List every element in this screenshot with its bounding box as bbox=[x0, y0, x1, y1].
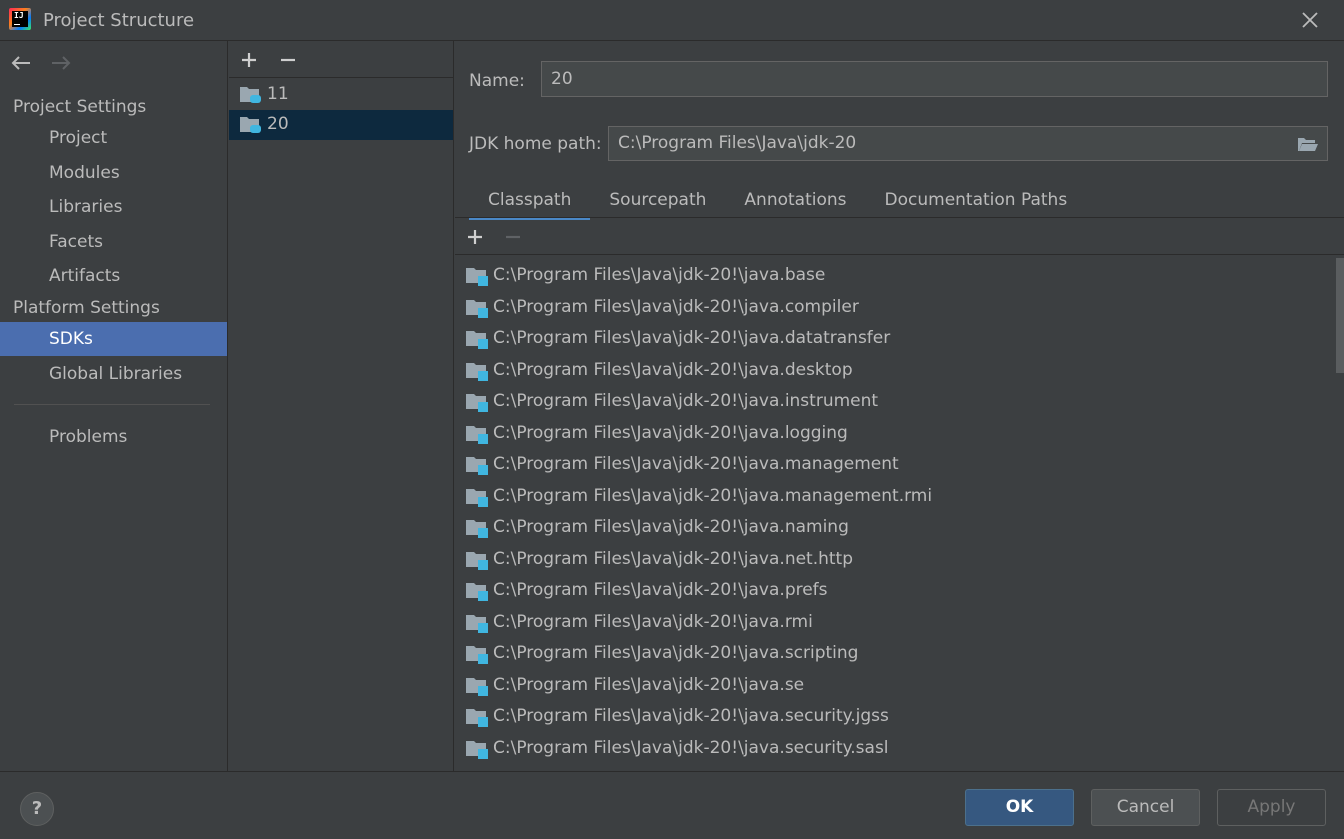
sdk-detail-panel: Name: JDK home path: C:\Program Files\Ja… bbox=[455, 41, 1344, 771]
classpath-row[interactable]: C:\Program Files\Java\jdk-20!\java.deskt… bbox=[455, 355, 1335, 386]
nav-item-facets[interactable]: Facets bbox=[0, 225, 227, 259]
classpath-row[interactable]: C:\Program Files\Java\jdk-20!\java.manag… bbox=[455, 449, 1335, 480]
tab-sourcepath[interactable]: Sourcepath bbox=[590, 184, 725, 218]
platform-settings-header: Platform Settings bbox=[13, 298, 160, 318]
library-folder-icon bbox=[466, 331, 488, 349]
sdk-item-20[interactable]: 20 bbox=[229, 110, 453, 140]
classpath-row[interactable]: C:\Program Files\Java\jdk-20!\java.se bbox=[455, 670, 1335, 701]
classpath-list: C:\Program Files\Java\jdk-20!\java.base C… bbox=[455, 256, 1344, 771]
classpath-path: C:\Program Files\Java\jdk-20!\java.scrip… bbox=[493, 643, 859, 663]
library-folder-icon bbox=[466, 583, 488, 601]
window-title: Project Structure bbox=[43, 10, 195, 31]
sdk-item-label: 11 bbox=[267, 84, 289, 104]
classpath-row[interactable]: C:\Program Files\Java\jdk-20!\java.secur… bbox=[455, 733, 1335, 764]
cancel-button[interactable]: Cancel bbox=[1091, 789, 1200, 826]
classpath-row[interactable]: C:\Program Files\Java\jdk-20!\java.instr… bbox=[455, 386, 1335, 417]
remove-sdk-icon[interactable] bbox=[279, 51, 297, 69]
classpath-path: C:\Program Files\Java\jdk-20!\java.loggi… bbox=[493, 422, 848, 443]
name-label: Name: bbox=[469, 71, 525, 91]
library-folder-icon bbox=[466, 740, 488, 759]
classpath-path: C:\Program Files\Java\jdk-20!\java.base bbox=[493, 265, 826, 285]
close-icon[interactable] bbox=[1298, 8, 1322, 32]
nav-item-sdks[interactable]: SDKs bbox=[0, 322, 227, 356]
jdk-folder-icon bbox=[240, 87, 261, 103]
classpath-path: C:\Program Files\Java\jdk-20!\java.namin… bbox=[493, 517, 849, 537]
classpath-row[interactable]: C:\Program Files\Java\jdk-20!\java.base bbox=[455, 260, 1335, 291]
classpath-path: C:\Program Files\Java\jdk-20!\java.secur… bbox=[493, 737, 889, 758]
library-folder-icon bbox=[466, 299, 488, 318]
classpath-row[interactable]: C:\Program Files\Java\jdk-20!\java.scrip… bbox=[455, 638, 1335, 669]
folder-browse-icon[interactable] bbox=[1297, 135, 1319, 153]
settings-nav: Project Settings Project Modules Librari… bbox=[0, 41, 228, 771]
classpath-row[interactable]: C:\Program Files\Java\jdk-20!\java.compi… bbox=[455, 292, 1335, 323]
nav-item-problems[interactable]: Problems bbox=[0, 420, 227, 454]
classpath-path: C:\Program Files\Java\jdk-20!\java.rmi bbox=[493, 611, 813, 632]
apply-button[interactable]: Apply bbox=[1217, 789, 1326, 826]
classpath-row[interactable]: C:\Program Files\Java\jdk-20!\java.namin… bbox=[455, 512, 1335, 543]
scrollbar[interactable] bbox=[1336, 258, 1344, 373]
nav-item-global-libraries[interactable]: Global Libraries bbox=[0, 357, 227, 391]
project-settings-header: Project Settings bbox=[13, 97, 147, 117]
classpath-row[interactable]: C:\Program Files\Java\jdk-20!\java.loggi… bbox=[455, 418, 1335, 449]
classpath-path: C:\Program Files\Java\jdk-20!\java.deskt… bbox=[493, 359, 853, 380]
library-folder-icon bbox=[466, 488, 488, 507]
tab-classpath[interactable]: Classpath bbox=[469, 184, 591, 220]
forward-arrow-icon[interactable] bbox=[50, 54, 72, 72]
library-folder-icon bbox=[466, 677, 488, 696]
nav-item-modules[interactable]: Modules bbox=[0, 156, 227, 190]
title-bar: IJ Project Structure bbox=[0, 0, 1344, 41]
jdk-home-path-field[interactable]: C:\Program Files\Java\jdk-20 bbox=[608, 126, 1328, 161]
nav-divider bbox=[14, 404, 210, 405]
classpath-path: C:\Program Files\Java\jdk-20!\java.manag… bbox=[493, 485, 933, 506]
library-folder-icon bbox=[466, 457, 488, 475]
library-folder-icon bbox=[466, 551, 488, 570]
classpath-path: C:\Program Files\Java\jdk-20!\java.manag… bbox=[493, 454, 899, 474]
classpath-row[interactable]: C:\Program Files\Java\jdk-20!\java.prefs bbox=[455, 575, 1335, 606]
sdk-item-11[interactable]: 11 bbox=[229, 80, 453, 110]
jdk-folder-icon bbox=[240, 117, 261, 133]
library-folder-icon bbox=[466, 362, 488, 381]
sdk-item-label: 20 bbox=[267, 114, 289, 134]
remove-path-icon[interactable] bbox=[504, 228, 522, 246]
classpath-path: C:\Program Files\Java\jdk-20!\java.net.h… bbox=[493, 548, 854, 569]
library-folder-icon bbox=[466, 646, 488, 664]
classpath-row[interactable]: C:\Program Files\Java\jdk-20!\java.secur… bbox=[455, 701, 1335, 732]
add-sdk-icon[interactable] bbox=[240, 51, 258, 69]
nav-item-libraries[interactable]: Libraries bbox=[0, 190, 227, 224]
classpath-path: C:\Program Files\Java\jdk-20!\java.compi… bbox=[493, 296, 859, 317]
classpath-path: C:\Program Files\Java\jdk-20!\java.se bbox=[493, 674, 805, 695]
sdk-toolbar bbox=[229, 41, 453, 78]
classpath-path: C:\Program Files\Java\jdk-20!\java.datat… bbox=[493, 328, 891, 348]
tab-documentation-paths[interactable]: Documentation Paths bbox=[866, 184, 1087, 218]
classpath-row[interactable]: C:\Program Files\Java\jdk-20!\java.net.h… bbox=[455, 544, 1335, 575]
library-folder-icon bbox=[466, 425, 488, 444]
path-tabs: Classpath Sourcepath Annotations Documen… bbox=[469, 184, 1087, 220]
library-folder-icon bbox=[466, 394, 488, 412]
sdk-list-panel: 11 20 bbox=[229, 41, 454, 771]
name-field[interactable] bbox=[541, 61, 1328, 97]
jdk-home-path-value: C:\Program Files\Java\jdk-20 bbox=[618, 133, 857, 153]
ok-button[interactable]: OK bbox=[965, 789, 1074, 826]
back-arrow-icon[interactable] bbox=[10, 54, 32, 72]
help-button[interactable]: ? bbox=[20, 792, 54, 826]
classpath-path: C:\Program Files\Java\jdk-20!\java.instr… bbox=[493, 391, 879, 411]
add-path-icon[interactable] bbox=[466, 228, 484, 246]
tab-annotations[interactable]: Annotations bbox=[725, 184, 865, 218]
classpath-toolbar bbox=[455, 218, 1344, 255]
library-folder-icon bbox=[466, 709, 488, 727]
classpath-path: C:\Program Files\Java\jdk-20!\java.secur… bbox=[493, 706, 889, 726]
dialog-footer: ? OK Cancel Apply bbox=[0, 771, 1344, 839]
intellij-logo-icon: IJ bbox=[9, 8, 31, 30]
classpath-row[interactable]: C:\Program Files\Java\jdk-20!\java.manag… bbox=[455, 481, 1335, 512]
classpath-path: C:\Program Files\Java\jdk-20!\java.prefs bbox=[493, 580, 828, 600]
nav-item-artifacts[interactable]: Artifacts bbox=[0, 259, 227, 293]
classpath-row[interactable]: C:\Program Files\Java\jdk-20!\java.rmi bbox=[455, 607, 1335, 638]
library-folder-icon bbox=[466, 268, 488, 286]
library-folder-icon bbox=[466, 614, 488, 633]
jdk-home-label: JDK home path: bbox=[469, 134, 602, 154]
classpath-row[interactable]: C:\Program Files\Java\jdk-20!\java.datat… bbox=[455, 323, 1335, 354]
library-folder-icon bbox=[466, 520, 488, 538]
nav-item-project[interactable]: Project bbox=[0, 121, 227, 155]
